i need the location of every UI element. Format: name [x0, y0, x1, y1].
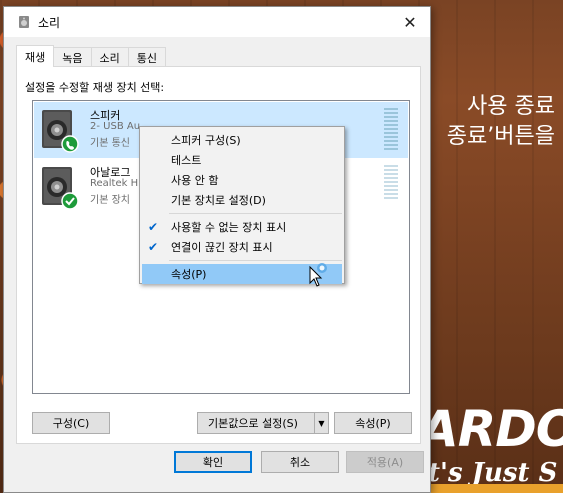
- properties-button[interactable]: 속성(P): [334, 412, 412, 434]
- window-title: 소리: [38, 15, 61, 30]
- mouse-cursor-icon: [308, 263, 342, 287]
- device-status: 기본 통신: [90, 138, 130, 149]
- tab-communications[interactable]: 통신: [127, 47, 166, 67]
- tab-recording[interactable]: 녹음: [53, 47, 92, 67]
- menu-item-label: 기본 장치로 설정(D): [171, 194, 266, 207]
- volume-level-meter: [384, 165, 398, 199]
- configure-button[interactable]: 구성(C): [32, 412, 110, 434]
- menu-item-set-default[interactable]: 기본 장치로 설정(D): [140, 190, 344, 210]
- device-status: 기본 장치: [90, 195, 130, 206]
- checkmark-icon: ✔: [148, 240, 159, 254]
- dropdown-arrow-icon[interactable]: ▼: [314, 413, 328, 433]
- background-brand-text: ARDO: [420, 400, 563, 458]
- ok-button[interactable]: 확인: [174, 451, 252, 473]
- menu-item-speaker-setup[interactable]: 스피커 구성(S): [140, 130, 344, 150]
- menu-item-label: 사용할 수 없는 장치 표시: [171, 221, 287, 234]
- tab-bar: 재생 녹음 소리 통신: [16, 45, 166, 67]
- device-description: Realtek Hi: [90, 178, 141, 189]
- speaker-icon: [16, 14, 32, 30]
- menu-separator: [169, 213, 342, 214]
- apply-button[interactable]: 적용(A): [346, 451, 424, 473]
- set-default-label: 기본값으로 설정(S): [208, 417, 298, 430]
- close-button[interactable]: ✕: [390, 7, 430, 37]
- tab-sounds[interactable]: 소리: [90, 47, 129, 67]
- menu-item-show-disconnected[interactable]: ✔ 연결이 끊긴 장치 표시: [140, 237, 344, 257]
- menu-item-test[interactable]: 테스트: [140, 150, 344, 170]
- context-menu: 스피커 구성(S) 테스트 사용 안 함 기본 장치로 설정(D) ✔ 사용할 …: [139, 126, 345, 284]
- menu-item-disable[interactable]: 사용 안 함: [140, 170, 344, 190]
- speaker-device-icon: [40, 165, 80, 211]
- menu-item-show-disabled[interactable]: ✔ 사용할 수 없는 장치 표시: [140, 217, 344, 237]
- cancel-button[interactable]: 취소: [261, 451, 339, 473]
- set-default-button[interactable]: 기본값으로 설정(S) ▼: [197, 412, 329, 434]
- menu-item-label: 스피커 구성(S): [171, 134, 241, 147]
- background-text-line1: 사용 종료: [467, 94, 555, 119]
- menu-item-label: 사용 안 함: [171, 174, 219, 187]
- titlebar[interactable]: 소리 ✕: [4, 7, 430, 37]
- menu-item-label: 속성(P): [171, 268, 207, 281]
- panel-instruction: 설정을 수정할 재생 장치 선택:: [25, 81, 165, 94]
- close-icon: ✕: [403, 12, 417, 32]
- tab-playback[interactable]: 재생: [16, 45, 55, 67]
- speaker-device-icon: [40, 108, 80, 154]
- checkmark-icon: ✔: [148, 220, 159, 234]
- device-description: 2- USB Au: [90, 121, 141, 132]
- menu-item-label: 테스트: [171, 154, 202, 167]
- background-text-line2: 종료’버튼을: [446, 124, 555, 149]
- volume-level-meter: [384, 108, 398, 152]
- menu-separator: [169, 260, 342, 261]
- menu-item-label: 연결이 끊긴 장치 표시: [171, 241, 273, 254]
